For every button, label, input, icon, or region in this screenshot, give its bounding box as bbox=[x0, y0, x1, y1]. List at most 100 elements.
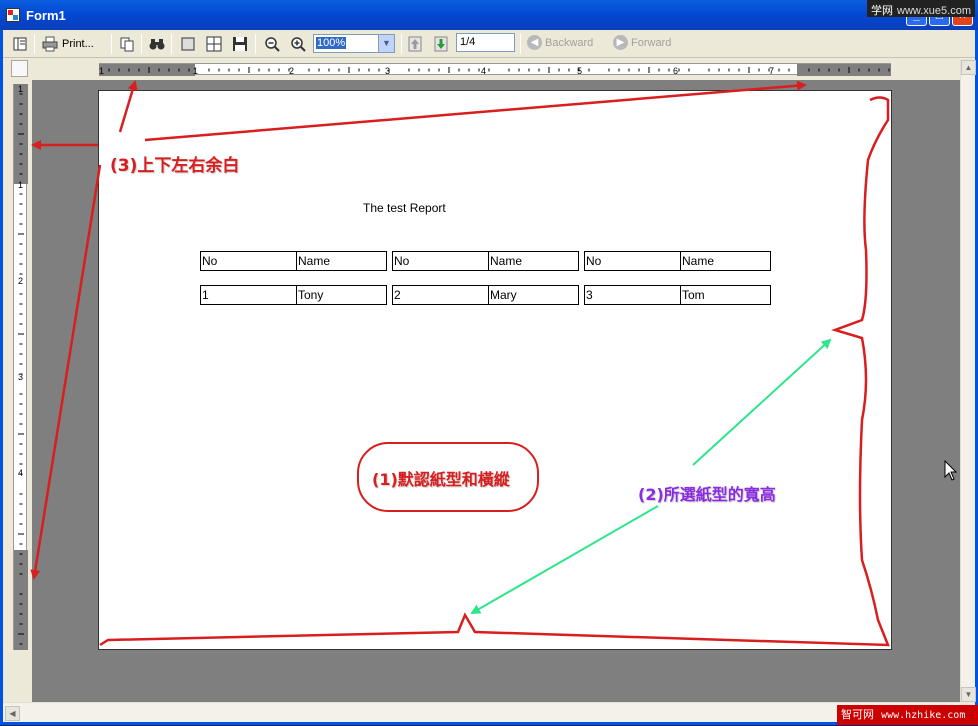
ruler-label: 2 bbox=[289, 66, 294, 76]
copy-button[interactable] bbox=[119, 34, 135, 54]
find-button[interactable] bbox=[149, 34, 165, 54]
zoom-out-icon bbox=[264, 36, 280, 52]
ruler-margin-shade bbox=[14, 550, 28, 650]
row-no: 1 bbox=[202, 288, 209, 302]
toolbar-separator bbox=[520, 34, 521, 54]
default-paper-annotation: (1)默認紙型和橫縱 bbox=[372, 470, 510, 489]
zoom-value: 100% bbox=[316, 37, 347, 49]
margins-annotation: (3)上下左右余白 bbox=[110, 156, 240, 176]
forward-arrow-icon: ▶ bbox=[613, 35, 628, 50]
outline-button[interactable] bbox=[12, 34, 28, 54]
watermark-top-label: 学网 bbox=[871, 5, 894, 17]
header-cell-group: No Name bbox=[392, 251, 579, 271]
multi-page-button[interactable] bbox=[206, 34, 222, 54]
chevron-down-icon[interactable]: ▼ bbox=[378, 35, 394, 52]
data-cell-group: 3 Tom bbox=[584, 285, 771, 305]
back-arrow-icon: ◀ bbox=[527, 35, 542, 50]
ruler-label: 6 bbox=[673, 66, 678, 76]
previous-page-button[interactable] bbox=[407, 34, 423, 54]
title-bar: Form1 _ □ × bbox=[0, 0, 978, 30]
scroll-left-icon[interactable]: ◀ bbox=[5, 706, 20, 721]
ruler-bar: 1 1 2 3 4 5 6 7 bbox=[3, 58, 975, 80]
forward-label: Forward bbox=[631, 36, 672, 49]
row-name: Tony bbox=[298, 288, 324, 302]
print-label: Print... bbox=[62, 38, 94, 50]
print-button[interactable]: Print... bbox=[42, 34, 94, 54]
ruler-label: 1 bbox=[18, 84, 23, 94]
scroll-down-icon[interactable]: ▼ bbox=[961, 687, 976, 702]
row-no: 2 bbox=[394, 288, 401, 302]
toolbar-separator bbox=[141, 34, 142, 54]
toolbar-separator bbox=[171, 34, 172, 54]
watermark-bottom-url: www.hzhike.com bbox=[881, 710, 966, 721]
page-up-icon bbox=[407, 36, 423, 52]
header-name: Name bbox=[490, 254, 523, 268]
header-name: Name bbox=[298, 254, 331, 268]
row-name: Tom bbox=[682, 288, 705, 302]
vertical-scrollbar[interactable]: ▲ ▼ bbox=[960, 60, 976, 702]
cell-divider bbox=[680, 286, 681, 304]
zoom-select[interactable]: 100% ▼ bbox=[313, 34, 395, 53]
ruler-label: 1 bbox=[99, 66, 104, 76]
cell-divider bbox=[488, 286, 489, 304]
ruler-margin-shade bbox=[99, 64, 195, 76]
toolbar: Print... 100% ▼ 1/4 ◀ Backward ▶ Forward bbox=[3, 30, 975, 58]
cell-divider bbox=[296, 252, 297, 270]
row-name: Mary bbox=[490, 288, 517, 302]
ruler-label: 4 bbox=[481, 66, 486, 76]
data-cell-group: 2 Mary bbox=[392, 285, 579, 305]
page-down-icon bbox=[433, 36, 449, 52]
row-no: 3 bbox=[586, 288, 593, 302]
page-setup-button[interactable] bbox=[232, 34, 248, 54]
ruler-label: 3 bbox=[18, 372, 23, 382]
header-no: No bbox=[394, 254, 410, 268]
ruler-label: 2 bbox=[18, 276, 23, 286]
selected-paper-annotation: (2)所選紙型的寬高 bbox=[638, 485, 776, 504]
horizontal-scrollbar[interactable]: ◀ bbox=[3, 702, 960, 722]
app-icon bbox=[6, 8, 20, 22]
header-cell-group: No Name bbox=[200, 251, 387, 271]
zoom-out-button[interactable] bbox=[264, 34, 280, 54]
watermark-bottom: 智可网 www.hzhike.com bbox=[837, 705, 978, 725]
header-no: No bbox=[202, 254, 218, 268]
printer-icon bbox=[42, 36, 58, 52]
header-cell-group: No Name bbox=[584, 251, 771, 271]
cell-divider bbox=[488, 252, 489, 270]
watermark-top: 学网 www.xue5.com bbox=[867, 0, 975, 17]
copy-icon bbox=[119, 36, 135, 52]
scroll-up-icon[interactable]: ▲ bbox=[961, 60, 976, 75]
page-number-input[interactable]: 1/4 bbox=[456, 33, 515, 52]
report-title: The test Report bbox=[363, 201, 446, 215]
outline-icon bbox=[12, 36, 28, 52]
toolbar-separator bbox=[255, 34, 256, 54]
cell-divider bbox=[296, 286, 297, 304]
four-pages-icon bbox=[206, 36, 222, 52]
zoom-in-button[interactable] bbox=[290, 34, 306, 54]
binoculars-icon bbox=[149, 36, 165, 52]
backward-button[interactable]: ◀ Backward bbox=[527, 35, 593, 50]
window-title: Form1 bbox=[26, 8, 66, 23]
horizontal-ruler: 1 1 2 3 4 5 6 7 bbox=[99, 63, 891, 76]
save-disk-icon bbox=[232, 36, 248, 52]
forward-button[interactable]: ▶ Forward bbox=[613, 35, 671, 50]
ruler-corner[interactable] bbox=[11, 60, 28, 77]
watermark-top-url: www.xue5.com bbox=[897, 5, 971, 17]
header-name: Name bbox=[682, 254, 715, 268]
watermark-bottom-label: 智可网 bbox=[841, 709, 874, 721]
ruler-label: 1 bbox=[18, 180, 23, 190]
ruler-label: 1 bbox=[193, 66, 198, 76]
data-cell-group: 1 Tony bbox=[200, 285, 387, 305]
single-page-icon bbox=[180, 36, 196, 52]
ruler-label: 3 bbox=[385, 66, 390, 76]
window: Form1 _ □ × 学网www.xue5.com Print... bbox=[0, 0, 978, 725]
vertical-ruler: 1 1 2 3 4 bbox=[13, 84, 28, 650]
ruler-margin-shade bbox=[797, 64, 891, 76]
zoom-in-icon bbox=[290, 36, 306, 52]
mouse-cursor-icon bbox=[944, 460, 958, 481]
one-page-button[interactable] bbox=[180, 34, 196, 54]
header-no: No bbox=[586, 254, 602, 268]
toolbar-separator bbox=[401, 34, 402, 54]
ruler-label: 7 bbox=[769, 66, 774, 76]
cell-divider bbox=[680, 252, 681, 270]
next-page-button[interactable] bbox=[433, 34, 449, 54]
